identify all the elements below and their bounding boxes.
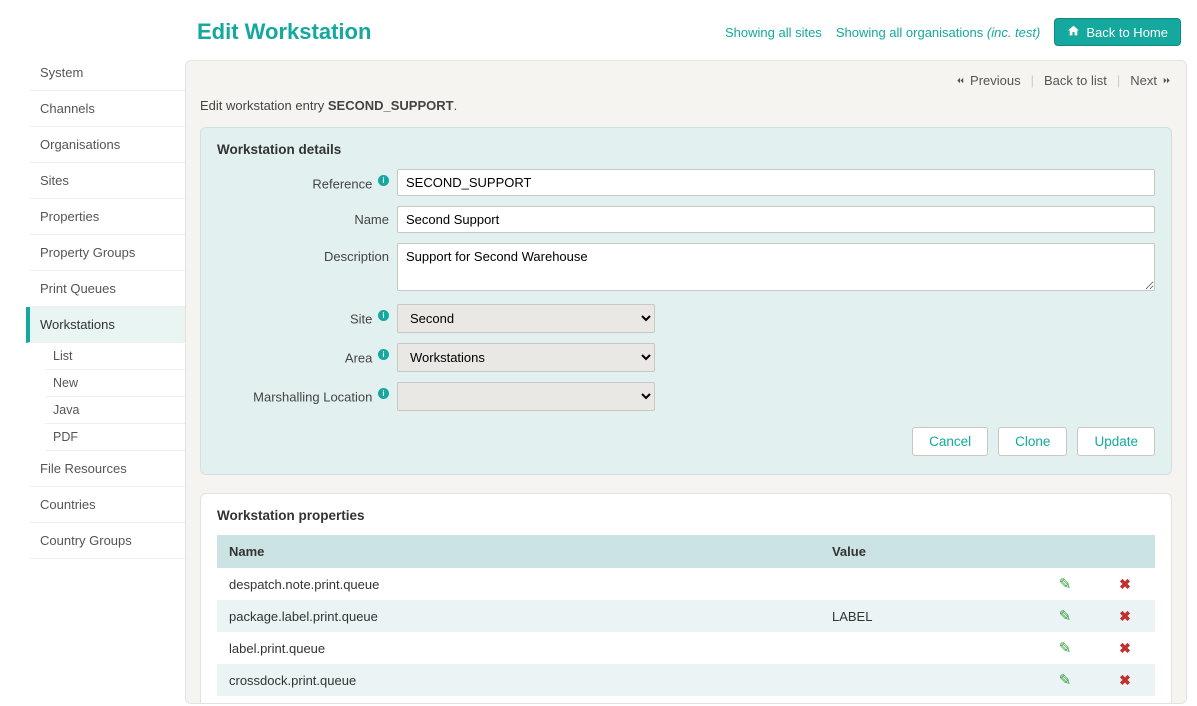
edit-icon[interactable]: ✎	[1059, 608, 1072, 625]
site-label: Site	[350, 311, 372, 326]
edit-icon[interactable]: ✎	[1059, 672, 1072, 689]
delete-icon[interactable]: ✖	[1119, 704, 1131, 705]
sidebar-item-system[interactable]: System	[30, 55, 185, 91]
table-row: crossdock.print.queue ✎ ✖	[217, 664, 1155, 696]
table-row: despatch.note.print.queue ✎ ✖	[217, 568, 1155, 600]
marshalling-label: Marshalling Location	[253, 389, 372, 404]
properties-table: Name Value despatch.note.print.queue✎✖pa…	[217, 535, 1155, 704]
home-icon	[1067, 24, 1080, 40]
sidebar-sub-pdf[interactable]: PDF	[45, 424, 185, 451]
showing-orgs-link[interactable]: Showing all organisations (inc. test)	[836, 25, 1041, 40]
delete-icon[interactable]: ✖	[1119, 640, 1131, 656]
sidebar-item-file-resources[interactable]: File Resources	[30, 451, 185, 487]
info-icon[interactable]: i	[378, 175, 389, 186]
previous-link[interactable]: Previous	[955, 73, 1021, 88]
update-button[interactable]: Update	[1077, 427, 1155, 456]
name-input[interactable]	[397, 206, 1155, 233]
prop-value: LABEL	[820, 600, 1035, 632]
sidebar-sub-new[interactable]: New	[45, 370, 185, 397]
prop-name: despatch.note.print.queue	[217, 568, 820, 600]
col-name: Name	[217, 535, 820, 568]
sidebar-item-properties[interactable]: Properties	[30, 199, 185, 235]
sidebar-sub-java[interactable]: Java	[45, 397, 185, 424]
back-to-list-link[interactable]: Back to list	[1044, 73, 1107, 88]
details-section-title: Workstation details	[217, 142, 1155, 157]
sidebar-item-workstations[interactable]: Workstations	[26, 307, 185, 343]
sidebar-item-organisations[interactable]: Organisations	[30, 127, 185, 163]
prop-name: shipment.batch.print.queue	[217, 696, 820, 704]
prop-value	[820, 664, 1035, 696]
info-icon[interactable]: i	[378, 310, 389, 321]
prop-value	[820, 632, 1035, 664]
properties-section-title: Workstation properties	[217, 508, 1155, 523]
workstation-properties-card: Workstation properties Name Value despat…	[200, 493, 1172, 704]
showing-sites-link[interactable]: Showing all sites	[725, 25, 822, 40]
back-to-home-button[interactable]: Back to Home	[1054, 18, 1181, 46]
chevron-left-double-icon	[955, 75, 966, 86]
sidebar-item-country-groups[interactable]: Country Groups	[30, 523, 185, 559]
site-select[interactable]: Second	[397, 304, 655, 333]
col-value: Value	[820, 535, 1035, 568]
description-textarea[interactable]: Support for Second Warehouse	[397, 243, 1155, 291]
edit-icon[interactable]: ✎	[1059, 576, 1072, 593]
prop-name: package.label.print.queue	[217, 600, 820, 632]
page-title: Edit Workstation	[197, 19, 371, 45]
main-content: Edit Workstation Showing all sites Showi…	[185, 0, 1197, 706]
next-link[interactable]: Next	[1130, 73, 1172, 88]
sidebar-item-sites[interactable]: Sites	[30, 163, 185, 199]
prop-name: label.print.queue	[217, 632, 820, 664]
sidebar-item-channels[interactable]: Channels	[30, 91, 185, 127]
table-row: shipment.batch.print.queue✎✖	[217, 696, 1155, 704]
reference-label: Reference	[312, 176, 372, 191]
marshalling-select[interactable]	[397, 382, 655, 411]
description-label: Description	[324, 249, 389, 264]
area-label: Area	[345, 350, 372, 365]
prop-value	[820, 696, 1035, 704]
info-icon[interactable]: i	[378, 388, 389, 399]
edit-icon[interactable]: ✎	[1059, 640, 1072, 657]
cancel-button[interactable]: Cancel	[912, 427, 988, 456]
table-row: package.label.print.queueLABEL ✎ ✖	[217, 600, 1155, 632]
chevron-right-double-icon	[1161, 75, 1172, 86]
edit-intro: Edit workstation entry SECOND_SUPPORT.	[186, 94, 1186, 127]
delete-icon[interactable]: ✖	[1119, 576, 1131, 592]
name-label: Name	[354, 212, 389, 227]
delete-icon[interactable]: ✖	[1119, 672, 1131, 688]
area-select[interactable]: Workstations	[397, 343, 655, 372]
info-icon[interactable]: i	[378, 349, 389, 360]
workstation-details-card: Workstation details Reference i Name	[200, 127, 1172, 475]
sidebar: System Channels Organisations Sites Prop…	[0, 0, 185, 706]
sidebar-item-property-groups[interactable]: Property Groups	[30, 235, 185, 271]
sidebar-sub-list[interactable]: List	[45, 343, 185, 370]
prop-name: crossdock.print.queue	[217, 664, 820, 696]
delete-icon[interactable]: ✖	[1119, 608, 1131, 624]
table-row: label.print.queue ✎ ✖	[217, 632, 1155, 664]
sidebar-item-countries[interactable]: Countries	[30, 487, 185, 523]
prop-value	[820, 568, 1035, 600]
clone-button[interactable]: Clone	[998, 427, 1067, 456]
sidebar-item-print-queues[interactable]: Print Queues	[30, 271, 185, 307]
reference-input[interactable]	[397, 169, 1155, 196]
